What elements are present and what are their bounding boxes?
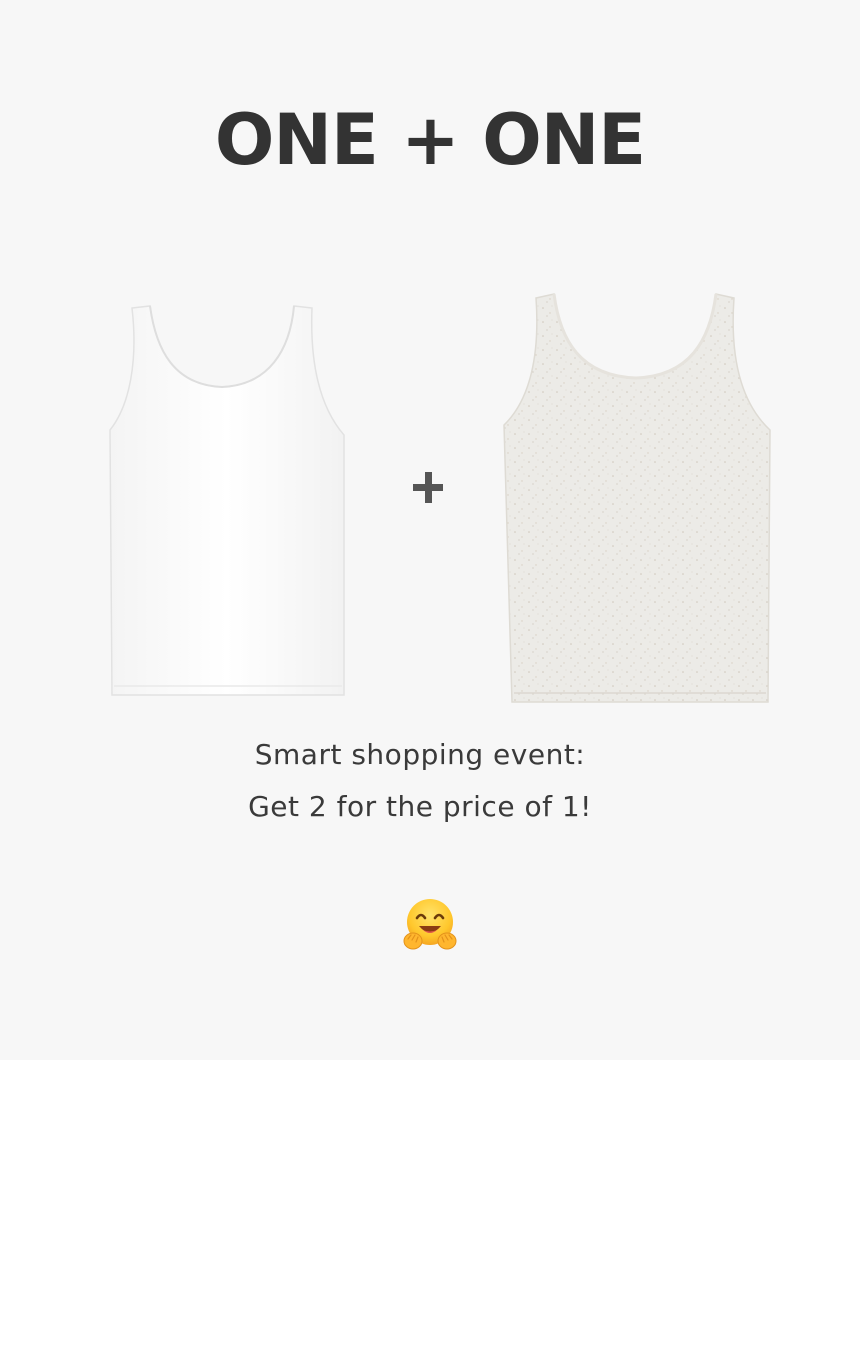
hugging-face-icon [402,897,458,953]
promo-caption-line-1: Smart shopping event: [254,738,586,771]
product-image-oatmeal-tank-top [498,290,774,708]
product-detail-page: ONE + ONE Smart shopping event: Get 2 fo… [0,0,860,1060]
one-plus-one-promo-banner: ONE + ONE Smart shopping event: Get 2 fo… [0,0,860,1060]
product-image-white-tank-top [104,300,348,700]
plus-icon [413,472,445,504]
promo-headline: ONE + ONE [214,99,646,181]
promo-caption-line-2: Get 2 for the price of 1! [248,790,592,823]
